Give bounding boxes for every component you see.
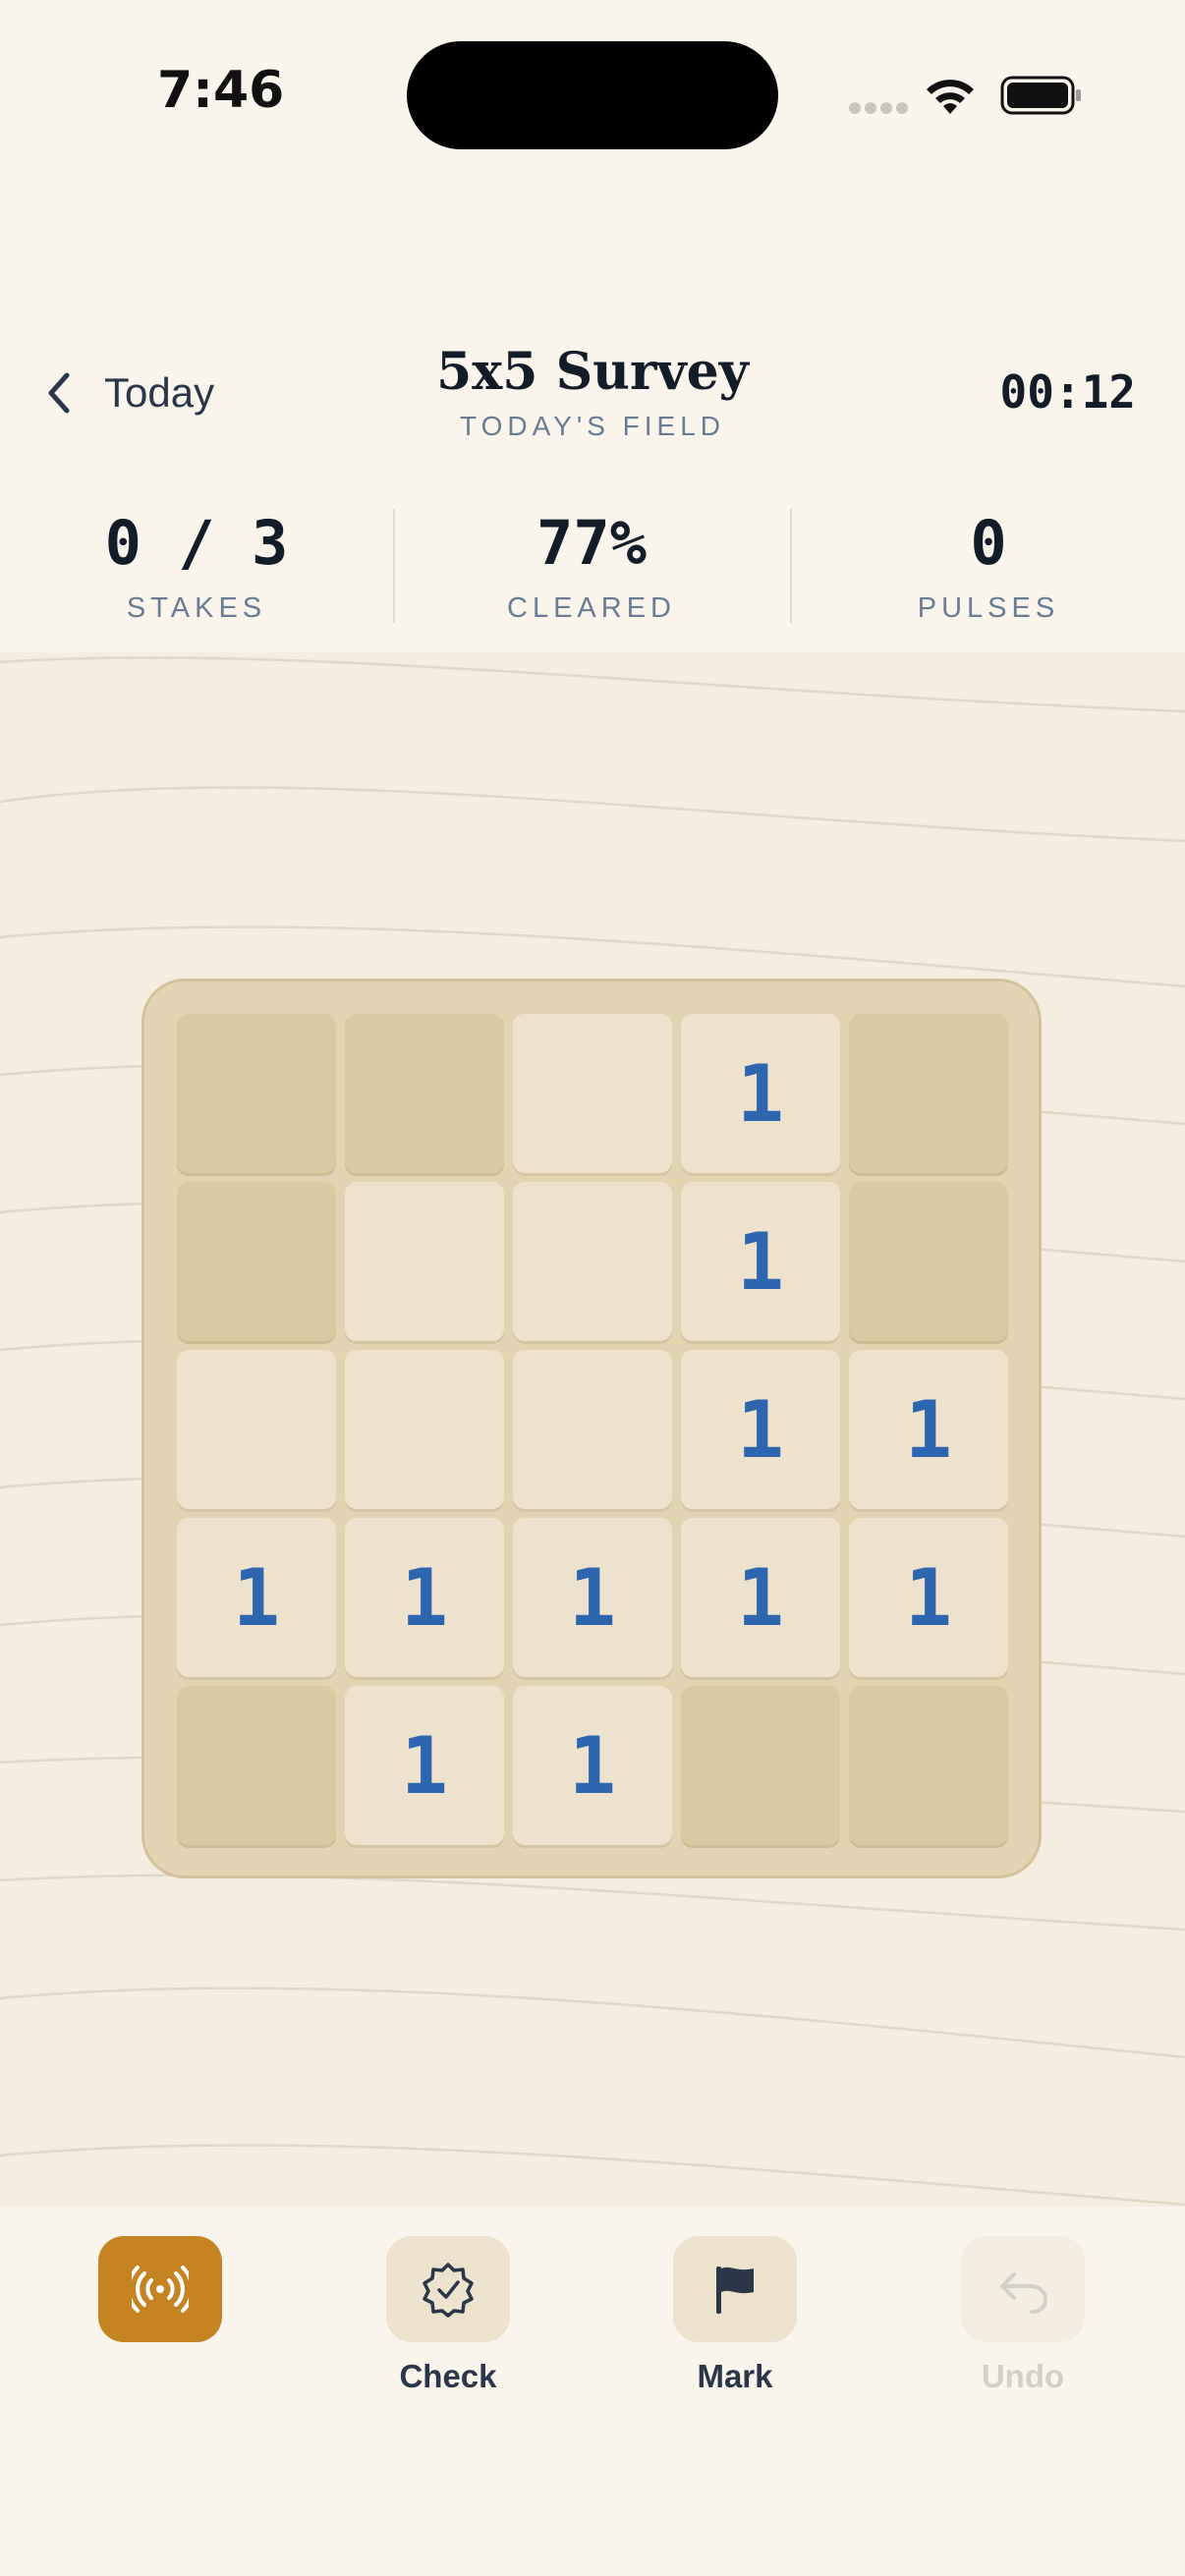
timer: 00:12 [999, 365, 1136, 419]
stat-value: 0 [970, 507, 1007, 579]
stat-cleared: 77% CLEARED [395, 506, 788, 625]
stat-value: 77% [536, 507, 647, 579]
pulse-button[interactable] [52, 2236, 268, 2358]
status-time: 7:46 [157, 61, 285, 120]
back-label: Today [104, 369, 215, 416]
grid-cell[interactable] [513, 1350, 672, 1509]
grid-cell[interactable] [177, 1182, 336, 1341]
grid-cell[interactable]: 1 [849, 1518, 1008, 1677]
play-field: 11111111111 [0, 652, 1185, 2207]
badge-check-icon [423, 2263, 474, 2318]
back-button[interactable]: Today [39, 364, 214, 422]
check-button[interactable]: Check [340, 2236, 556, 2395]
page-subtitle: TODAY'S FIELD [459, 411, 726, 441]
grid-cell[interactable] [345, 1182, 504, 1341]
pulse-broadcast-icon [132, 2266, 189, 2313]
stat-label: PULSES [917, 592, 1060, 624]
check-label: Check [399, 2358, 497, 2394]
grid-cell[interactable] [177, 1014, 336, 1173]
grid-cell[interactable]: 1 [345, 1518, 504, 1677]
flag-icon [716, 2267, 754, 2314]
grid-cell[interactable] [513, 1182, 672, 1341]
stat-value: 0 / 3 [104, 507, 289, 579]
grid-cell[interactable] [177, 1686, 336, 1845]
grid-cell[interactable]: 1 [345, 1686, 504, 1845]
grid-cell[interactable] [513, 1014, 672, 1173]
grid-cell[interactable]: 1 [681, 1182, 840, 1341]
stat-label: STAKES [126, 592, 267, 624]
game-board: 11111111111 [141, 979, 1042, 1878]
undo-icon [1000, 2272, 1048, 2314]
undo-button[interactable]: Undo [915, 2236, 1131, 2395]
grid-cell[interactable] [681, 1686, 840, 1845]
grid-cell[interactable]: 1 [681, 1518, 840, 1677]
signal-dots-icon [849, 102, 910, 114]
grid-cell[interactable]: 1 [849, 1350, 1008, 1509]
grid-cell[interactable]: 1 [681, 1350, 840, 1509]
mark-button[interactable]: Mark [627, 2236, 843, 2395]
bottom-toolbar: Check Mark Undo [0, 2207, 1185, 2576]
grid-cell[interactable]: 1 [681, 1014, 840, 1173]
battery-icon [1000, 76, 1081, 115]
page-title: 5x5 Survey [436, 342, 749, 402]
mark-label: Mark [697, 2358, 773, 2394]
grid-cell[interactable]: 1 [513, 1518, 672, 1677]
stat-label: CLEARED [507, 592, 676, 624]
grid-cell[interactable] [177, 1350, 336, 1509]
grid-cell[interactable] [849, 1182, 1008, 1341]
dynamic-island [407, 41, 778, 149]
grid-cell[interactable] [345, 1350, 504, 1509]
grid-cell[interactable]: 1 [513, 1686, 672, 1845]
grid-cell[interactable] [849, 1686, 1008, 1845]
stat-pulses: 0 PULSES [792, 506, 1185, 625]
wifi-icon [927, 80, 974, 114]
chevron-left-icon [48, 372, 70, 414]
grid-cell[interactable] [849, 1014, 1008, 1173]
stat-stakes: 0 / 3 STAKES [0, 506, 393, 625]
grid-cell[interactable] [345, 1014, 504, 1173]
grid-cell[interactable]: 1 [177, 1518, 336, 1677]
undo-label: Undo [981, 2358, 1065, 2394]
